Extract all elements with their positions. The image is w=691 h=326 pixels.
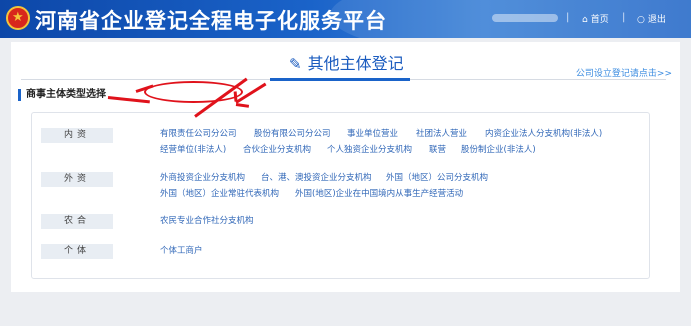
entity-type-link[interactable]: 个体工商户 <box>160 244 203 256</box>
entity-type-link[interactable]: 内资企业法人分支机构(非法人) <box>485 127 602 139</box>
logout-label: 退出 <box>647 15 666 25</box>
main-panel: ✎ 其他主体登记 公司设立登记请点击>> 商事主体类型选择 内资 有限责任公司分公… <box>11 42 680 292</box>
company-registration-link[interactable]: 公司设立登记请点击>> <box>576 66 672 79</box>
entity-type-link[interactable]: 外国（地区）企业常驻代表机构 <box>160 187 279 199</box>
user-name-blurred <box>492 14 558 22</box>
entity-type-link[interactable]: 合伙企业分支机构 <box>243 143 311 155</box>
entity-type-link[interactable]: 经营单位(非法人) <box>160 143 226 155</box>
tab-title-label: 其他主体登记 <box>307 54 404 73</box>
site-title: 河南省企业登记全程电子化服务平台 <box>35 9 387 33</box>
home-icon: ⌂ <box>582 15 588 25</box>
header-separator: | <box>566 12 570 23</box>
entity-type-link[interactable]: 农民专业合作社分支机构 <box>160 214 254 226</box>
entity-type-link[interactable]: 外国(地区)企业在中国境内从事生产经营活动 <box>295 187 463 199</box>
entity-type-link[interactable]: 有限责任公司分公司 <box>160 127 237 139</box>
power-icon: ○ <box>637 15 645 25</box>
logout-link[interactable]: ○ 退出 <box>637 12 666 25</box>
section-heading: 商事主体类型选择 <box>18 89 106 101</box>
category-individual: 个体 <box>41 244 113 259</box>
home-label: 首页 <box>590 15 609 25</box>
category-foreign: 外资 <box>41 172 113 187</box>
home-link[interactable]: ⌂ 首页 <box>582 12 609 25</box>
tab-active-indicator <box>270 78 410 81</box>
entity-type-link[interactable]: 社团法人营业 <box>416 127 467 139</box>
entity-type-link[interactable]: 股份制企业(非法人) <box>461 143 536 155</box>
entity-type-link[interactable]: 股份有限公司分公司 <box>254 127 331 139</box>
category-agricultural-coop: 农合 <box>41 214 113 229</box>
national-emblem-icon: ★ <box>6 6 30 30</box>
entity-type-link[interactable]: 台、港、澳投资企业分支机构 <box>261 171 372 183</box>
top-header: ★ 河南省企业登记全程电子化服务平台 | ⌂ 首页 | ○ 退出 <box>0 0 691 38</box>
header-separator: | <box>622 12 626 23</box>
entity-type-link[interactable]: 外商投资企业分支机构 <box>160 171 245 183</box>
tab-other-entity-registration[interactable]: ✎ 其他主体登记 <box>289 50 404 74</box>
entity-type-link[interactable]: 外国（地区）公司分支机构 <box>386 171 488 183</box>
edit-icon: ✎ <box>289 55 302 73</box>
category-domestic: 内资 <box>41 128 113 143</box>
entity-type-link[interactable]: 事业单位营业 <box>347 127 398 139</box>
entity-type-link[interactable]: 个人独资企业分支机构 <box>327 143 412 155</box>
entity-type-link[interactable]: 联营 <box>429 143 446 155</box>
